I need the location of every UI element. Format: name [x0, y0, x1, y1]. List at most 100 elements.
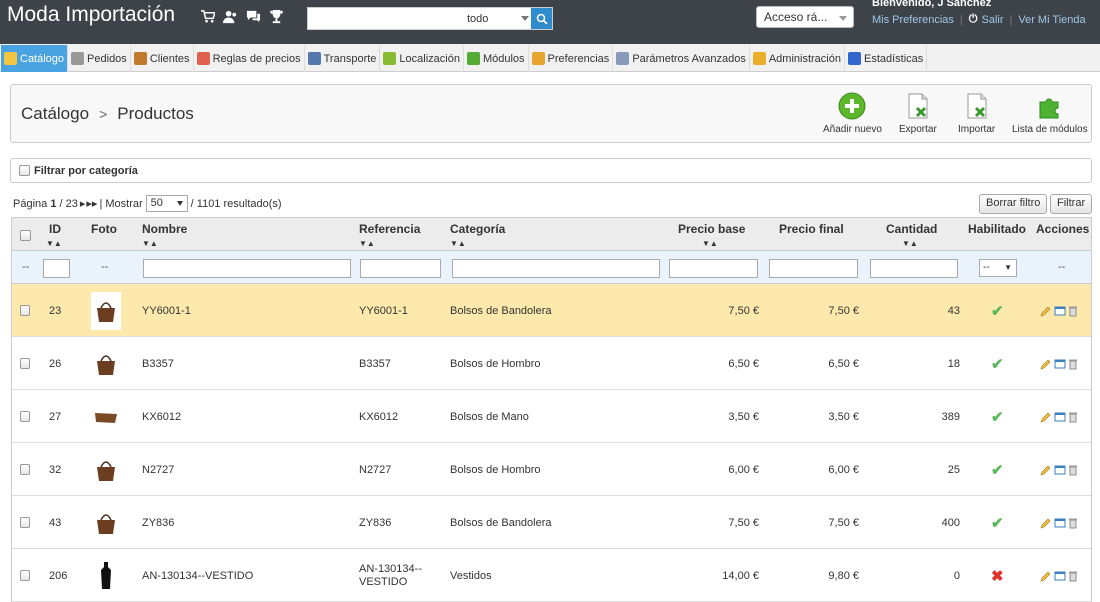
col-id[interactable]: ID — [49, 222, 61, 236]
enabled-check-icon[interactable]: ✔ — [991, 514, 1004, 532]
cell-enabled[interactable]: ✔ — [991, 390, 1011, 443]
edit-icon[interactable] — [1040, 411, 1051, 423]
row-select[interactable] — [20, 337, 34, 390]
disabled-cross-icon[interactable]: ✖ — [991, 567, 1004, 585]
delete-icon[interactable] — [1068, 411, 1079, 423]
row-checkbox[interactable] — [20, 305, 30, 316]
filter-by-category[interactable]: Filtrar por categoría — [10, 158, 1092, 183]
tab-preferences[interactable]: Preferencias — [529, 45, 614, 72]
sort-icon[interactable]: ▼▲ — [902, 239, 918, 248]
tab-bar-chart[interactable]: Estadísticas — [845, 45, 928, 72]
col-final-price[interactable]: Precio final — [779, 222, 844, 236]
tab-globe[interactable]: Localización — [380, 45, 464, 72]
filter-name-input[interactable] — [143, 259, 351, 278]
edit-icon[interactable] — [1040, 358, 1051, 370]
edit-icon[interactable] — [1040, 517, 1051, 529]
sort-icon[interactable]: ▼▲ — [702, 239, 718, 248]
row-select[interactable] — [20, 284, 34, 337]
row-checkbox[interactable] — [20, 464, 30, 475]
tab-folder[interactable]: Catálogo — [1, 45, 69, 72]
preview-icon[interactable] — [1054, 464, 1066, 476]
col-name[interactable]: Nombre — [142, 222, 187, 236]
users-icon[interactable] — [223, 9, 238, 24]
row-select[interactable] — [20, 443, 34, 496]
sort-icon[interactable]: ▼▲ — [450, 239, 466, 248]
preview-icon[interactable] — [1054, 517, 1066, 529]
tab-puzzle[interactable]: Módulos — [464, 45, 529, 72]
quick-access-select[interactable]: Acceso rá... — [756, 6, 854, 28]
enabled-check-icon[interactable]: ✔ — [991, 355, 1004, 373]
filter-button[interactable]: Filtrar — [1050, 194, 1093, 214]
tab-wrench[interactable]: Parámetros Avanzados — [613, 45, 750, 72]
tab-cart[interactable]: Pedidos — [68, 45, 131, 72]
search-button[interactable] — [531, 8, 552, 29]
filter-reference-input[interactable] — [360, 259, 441, 278]
sort-icon[interactable]: ▼▲ — [46, 239, 62, 248]
preview-icon[interactable] — [1054, 570, 1066, 582]
delete-icon[interactable] — [1068, 464, 1079, 476]
add-new-button[interactable]: Añadir nuevo — [823, 92, 882, 135]
delete-icon[interactable] — [1068, 305, 1079, 317]
cell-enabled[interactable]: ✔ — [991, 284, 1011, 337]
filter-final-price-input[interactable] — [769, 259, 858, 278]
cell-enabled[interactable]: ✖ — [991, 549, 1011, 602]
preview-icon[interactable] — [1054, 411, 1066, 423]
search-input[interactable] — [308, 8, 458, 29]
table-row[interactable]: 23 YY6001-1 YY6001-1 Bolsos de Bandolera 7,5… — [12, 284, 1091, 337]
table-row[interactable]: 206 AN-130134--VESTIDO AN-130134-- VESTIDO V… — [12, 549, 1091, 602]
table-row[interactable]: 27 KX6012 KX6012 Bolsos de Mano 3,50 € 3,50 €… — [12, 390, 1091, 443]
tab-truck[interactable]: Transporte — [305, 45, 381, 72]
my-preferences-link[interactable]: Mis Preferencias — [872, 14, 954, 26]
export-button[interactable]: Exportar — [899, 92, 937, 135]
modules-list-button[interactable]: Lista de módulos — [1012, 92, 1088, 135]
filter-base-price-input[interactable] — [669, 259, 758, 278]
trophy-icon[interactable] — [269, 9, 284, 24]
delete-icon[interactable] — [1068, 570, 1079, 582]
filter-category-input[interactable] — [452, 259, 660, 278]
row-checkbox[interactable] — [20, 411, 30, 422]
sort-icon[interactable]: ▼▲ — [359, 239, 375, 248]
next-page-icon[interactable]: ▸ — [80, 197, 86, 210]
table-row[interactable]: 43 ZY836 ZY836 Bolsos de Bandolera 7,50 € 7,5… — [12, 496, 1091, 549]
cell-enabled[interactable]: ✔ — [991, 496, 1011, 549]
edit-icon[interactable] — [1040, 570, 1051, 582]
delete-icon[interactable] — [1068, 358, 1079, 370]
row-checkbox[interactable] — [20, 358, 30, 369]
view-store-link[interactable]: Ver Mi Tienda — [1018, 14, 1085, 26]
enabled-check-icon[interactable]: ✔ — [991, 461, 1004, 479]
cell-enabled[interactable]: ✔ — [991, 337, 1011, 390]
breadcrumb-root[interactable]: Catálogo — [21, 104, 89, 124]
row-checkbox[interactable] — [20, 517, 30, 528]
filter-quantity-input[interactable] — [870, 259, 958, 278]
edit-icon[interactable] — [1040, 464, 1051, 476]
enabled-check-icon[interactable]: ✔ — [991, 302, 1004, 320]
cart-icon[interactable] — [200, 9, 215, 24]
filter-id-input[interactable] — [43, 259, 70, 278]
row-select[interactable] — [20, 549, 34, 602]
filter-enabled-select[interactable]: -- ▼ — [979, 259, 1017, 277]
per-page-select[interactable]: 50 — [145, 195, 188, 212]
chat-icon[interactable] — [246, 9, 261, 24]
table-row[interactable]: 26 B3357 B3357 Bolsos de Hombro 6,50 € 6,50 €… — [12, 337, 1091, 390]
tab-key[interactable]: Administración — [750, 45, 845, 72]
last-page-icon[interactable]: ▸▸ — [86, 197, 97, 210]
edit-icon[interactable] — [1040, 305, 1051, 317]
tab-users[interactable]: Clientes — [131, 45, 194, 72]
col-base-price[interactable]: Precio base — [678, 222, 745, 236]
sort-icon[interactable]: ▼▲ — [142, 239, 158, 248]
import-button[interactable]: Importar — [958, 92, 995, 135]
filter-category-checkbox[interactable] — [19, 165, 30, 176]
col-enabled[interactable]: Habilitado — [968, 222, 1026, 236]
reset-filter-button[interactable]: Borrar filtro — [979, 194, 1048, 214]
table-row[interactable]: 32 N2727 N2727 Bolsos de Hombro 6,00 € 6,00 €… — [12, 443, 1091, 496]
row-checkbox[interactable] — [20, 570, 30, 581]
tab-price-rules[interactable]: Reglas de precios — [194, 45, 305, 72]
search-scope-select[interactable]: todo — [461, 8, 533, 29]
shop-name[interactable]: Moda Importación — [7, 3, 175, 27]
delete-icon[interactable] — [1068, 517, 1079, 529]
col-quantity[interactable]: Cantidad — [886, 222, 937, 236]
enabled-check-icon[interactable]: ✔ — [991, 408, 1004, 426]
col-reference[interactable]: Referencia — [359, 222, 420, 236]
cell-enabled[interactable]: ✔ — [991, 443, 1011, 496]
row-select[interactable] — [20, 496, 34, 549]
